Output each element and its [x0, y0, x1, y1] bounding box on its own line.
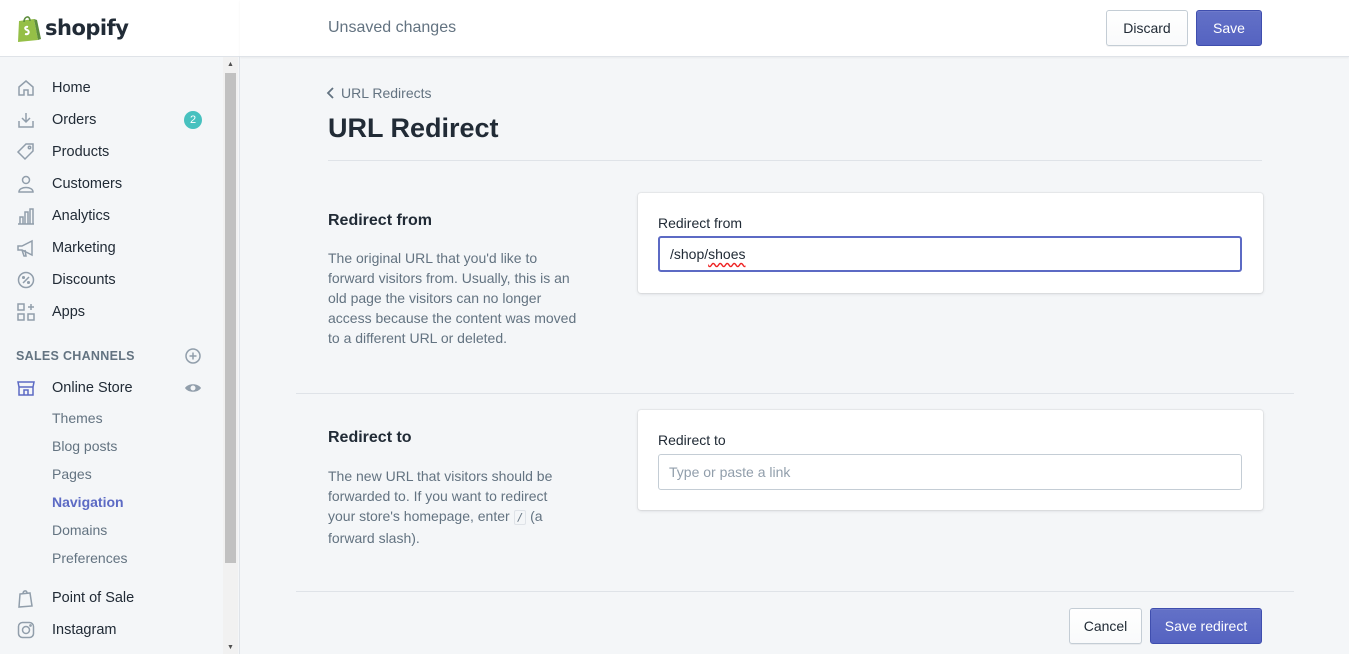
sidebar-scrollbar[interactable]: ▲ ▼	[223, 57, 238, 654]
sidebar-item-marketing[interactable]: Marketing	[0, 232, 222, 264]
sidebar: shopify Home Orders 2 Products Customers…	[0, 0, 240, 654]
redirect-to-input[interactable]: Type or paste a link	[658, 454, 1242, 490]
apps-icon	[16, 302, 36, 322]
sidebar-subitem-blog-posts[interactable]: Blog posts	[0, 432, 222, 460]
sidebar-item-label: Point of Sale	[52, 590, 135, 606]
redirect-to-heading: Redirect to	[328, 429, 412, 446]
main-nav: Home Orders 2 Products Customers Analyti…	[0, 72, 222, 646]
add-channel-icon[interactable]	[184, 347, 202, 365]
contextual-save-bar: Unsaved changes Discard Save	[240, 0, 1349, 57]
sidebar-subitem-navigation[interactable]: Navigation	[0, 488, 222, 516]
redirect-from-value-suffix: shoes	[708, 246, 746, 262]
redirect-from-label: Redirect from	[658, 215, 743, 231]
sidebar-item-label: Orders	[52, 112, 97, 128]
redirect-from-card: Redirect from /shop/shoes	[638, 193, 1263, 293]
redirect-from-description: The original URL that you'd like to forw…	[328, 250, 577, 346]
chevron-left-icon	[326, 87, 334, 99]
brand-name: shopify	[45, 16, 129, 40]
forward-slash-code: /	[513, 510, 527, 525]
shopify-bag-icon	[18, 16, 41, 42]
page-title: URL Redirect	[328, 113, 499, 143]
person-icon	[16, 174, 36, 194]
sidebar-item-label: Home	[52, 80, 91, 96]
sidebar-item-products[interactable]: Products	[0, 136, 222, 168]
breadcrumb-label: URL Redirects	[341, 85, 432, 101]
sidebar-item-online-store[interactable]: Online Store	[0, 372, 222, 404]
orders-icon	[16, 110, 36, 130]
discard-button[interactable]: Discard	[1106, 10, 1188, 46]
eye-icon[interactable]	[184, 379, 202, 397]
pos-bag-icon	[16, 588, 36, 608]
sidebar-item-customers[interactable]: Customers	[0, 168, 222, 200]
sidebar-subitem-pages[interactable]: Pages	[0, 460, 222, 488]
sidebar-item-instagram[interactable]: Instagram	[0, 614, 222, 646]
sidebar-item-apps[interactable]: Apps	[0, 296, 222, 328]
main-content: URL Redirects URL Redirect Redirect from…	[240, 57, 1349, 654]
sidebar-item-label: Instagram	[52, 622, 117, 638]
sidebar-item-label: Analytics	[52, 208, 111, 224]
redirect-to-card: Redirect to Type or paste a link	[638, 410, 1263, 510]
sidebar-item-label: Products	[52, 144, 110, 160]
scroll-thumb[interactable]	[225, 73, 236, 563]
cancel-button[interactable]: Cancel	[1069, 608, 1142, 644]
scroll-down-arrow-icon[interactable]: ▼	[223, 640, 238, 654]
sidebar-item-point-of-sale[interactable]: Point of Sale	[0, 582, 222, 614]
section-divider	[296, 393, 1294, 394]
scroll-up-arrow-icon[interactable]: ▲	[223, 57, 238, 71]
sidebar-item-label: Discounts	[52, 272, 116, 288]
sidebar-item-orders[interactable]: Orders 2	[0, 104, 222, 136]
sales-channels-header: SALES CHANNELS	[0, 340, 222, 372]
redirect-from-value-prefix: /shop/	[670, 246, 709, 262]
title-divider	[328, 160, 1262, 161]
breadcrumb[interactable]: URL Redirects	[326, 85, 432, 101]
megaphone-icon	[16, 238, 36, 258]
sidebar-item-label: Customers	[52, 176, 123, 192]
sidebar-item-label: Online Store	[52, 380, 133, 396]
redirect-from-input[interactable]: /shop/shoes	[658, 236, 1242, 272]
redirect-to-description: The new URL that visitors should be forw…	[328, 466, 578, 548]
redirect-to-label: Redirect to	[658, 432, 726, 448]
footer-divider	[296, 591, 1294, 592]
sidebar-subitem-themes[interactable]: Themes	[0, 404, 222, 432]
home-icon	[16, 78, 36, 98]
sidebar-subitem-preferences[interactable]: Preferences	[0, 544, 222, 572]
orders-count-badge: 2	[184, 111, 202, 129]
store-icon	[16, 378, 36, 398]
redirect-from-heading: Redirect from	[328, 212, 433, 229]
discount-icon	[16, 270, 36, 290]
sidebar-item-home[interactable]: Home	[0, 72, 222, 104]
sidebar-item-label: Apps	[52, 304, 86, 320]
save-button[interactable]: Save	[1196, 10, 1262, 46]
sales-channels-title: SALES CHANNELS	[16, 349, 135, 363]
sidebar-item-discounts[interactable]: Discounts	[0, 264, 222, 296]
sidebar-item-analytics[interactable]: Analytics	[0, 200, 222, 232]
instagram-icon	[16, 620, 36, 640]
bar-chart-icon	[16, 206, 36, 226]
unsaved-changes-message: Unsaved changes	[328, 19, 457, 36]
sidebar-subitem-domains[interactable]: Domains	[0, 516, 222, 544]
save-redirect-button[interactable]: Save redirect	[1150, 608, 1262, 644]
tag-icon	[16, 142, 36, 162]
sidebar-item-label: Marketing	[52, 240, 116, 256]
shopify-logo[interactable]: shopify	[0, 0, 240, 57]
